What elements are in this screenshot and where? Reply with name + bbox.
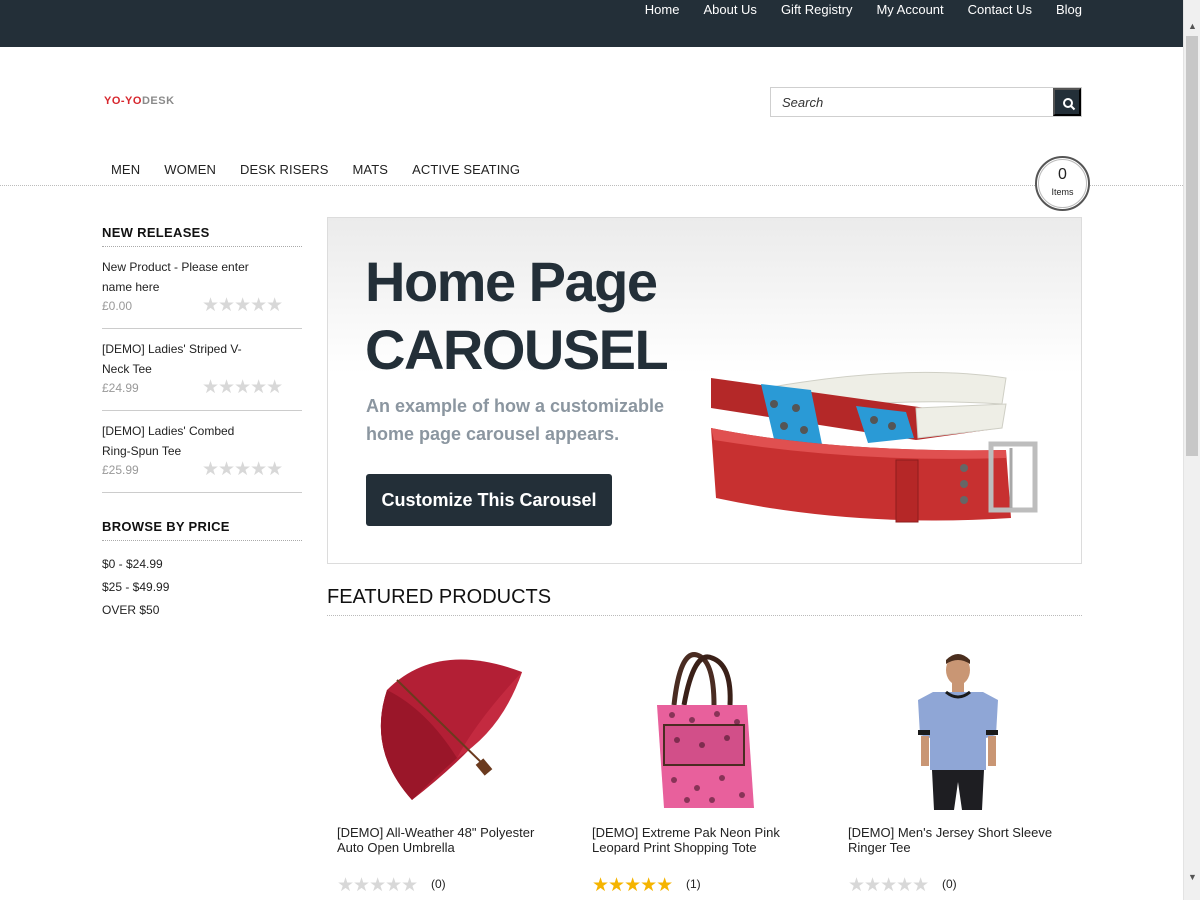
- new-release-item: [DEMO] Ladies' Striped V-Neck Tee £24.99…: [102, 329, 302, 411]
- rating-stars-icon: ★★★★★: [592, 875, 673, 896]
- rating-stars-icon: ★★★★★: [202, 377, 283, 398]
- search-icon: [1063, 98, 1076, 111]
- rating-stars-icon: ★★★★★: [337, 875, 418, 896]
- scroll-down-arrow-icon[interactable]: ▼: [1184, 869, 1200, 886]
- price-range-link[interactable]: $0 - $24.99: [102, 553, 302, 576]
- sidebar: NEW RELEASES New Product - Please enter …: [102, 225, 302, 622]
- new-release-price: £24.99: [102, 381, 139, 395]
- review-count: (1): [686, 877, 701, 891]
- new-release-name[interactable]: New Product - Please enter name here: [102, 257, 252, 297]
- customize-carousel-button[interactable]: Customize This Carousel: [366, 474, 612, 526]
- price-range-list: $0 - $24.99 $25 - $49.99 OVER $50: [102, 553, 302, 622]
- rating-stars-icon: ★★★★★: [202, 459, 283, 480]
- umbrella-image: [380, 659, 522, 800]
- top-nav-blog[interactable]: Blog: [1056, 2, 1082, 18]
- category-active-seating[interactable]: ACTIVE SEATING: [412, 162, 520, 177]
- top-nav-my-account[interactable]: My Account: [876, 2, 943, 18]
- top-nav-contact-us[interactable]: Contact Us: [968, 2, 1032, 18]
- review-count: (0): [431, 877, 446, 891]
- category-women[interactable]: WOMEN: [164, 162, 216, 177]
- nav-divider: [0, 185, 1183, 186]
- logo-text-desk: DESK: [141, 95, 175, 107]
- carousel-title-line2: CAROUSEL: [365, 318, 669, 381]
- category-desk-risers[interactable]: DESK RISERS: [240, 162, 329, 177]
- product-name[interactable]: [DEMO] All-Weather 48" Polyester Auto Op…: [337, 825, 557, 855]
- rating-stars-icon: ★★★★★: [202, 295, 283, 316]
- search-input[interactable]: [771, 88, 1053, 116]
- home-carousel: Home Page CAROUSEL An example of how a c…: [327, 217, 1082, 564]
- belt-image: [711, 371, 1038, 523]
- new-releases-heading: NEW RELEASES: [102, 225, 302, 247]
- product-name[interactable]: [DEMO] Men's Jersey Short Sleeve Ringer …: [848, 825, 1068, 855]
- category-nav: MEN WOMEN DESK RISERS MATS ACTIVE SEATIN…: [111, 162, 544, 177]
- scroll-up-arrow-icon[interactable]: ▲: [1184, 18, 1200, 35]
- rating-stars-icon: ★★★★★: [848, 875, 929, 896]
- new-release-name[interactable]: [DEMO] Ladies' Striped V-Neck Tee: [102, 339, 252, 379]
- browse-by-price-heading: BROWSE BY PRICE: [102, 519, 302, 541]
- top-bar: Home About Us Gift Registry My Account C…: [0, 0, 1200, 47]
- search-button[interactable]: [1053, 88, 1081, 116]
- carousel-subtitle: An example of how a customizable home pa…: [366, 396, 665, 444]
- new-release-price: £0.00: [102, 299, 133, 313]
- carousel-title-line1: Home Page: [365, 250, 658, 313]
- new-release-item: New Product - Please enter name here £0.…: [102, 247, 302, 329]
- logo-text-yoyo: YO-YO: [104, 95, 142, 107]
- cart-count: 0: [1058, 166, 1067, 183]
- cart-label: Items: [1051, 187, 1074, 197]
- cart-button[interactable]: 0 Items: [1035, 156, 1090, 211]
- price-range-link[interactable]: $25 - $49.99: [102, 576, 302, 599]
- site-logo[interactable]: YO-YODESK: [104, 95, 175, 107]
- tote-bag-image: [657, 652, 754, 808]
- top-nav-gift-registry[interactable]: Gift Registry: [781, 2, 853, 18]
- top-nav: Home About Us Gift Registry My Account C…: [621, 2, 1082, 18]
- price-range-link[interactable]: OVER $50: [102, 599, 302, 622]
- category-mats[interactable]: MATS: [353, 162, 389, 177]
- category-men[interactable]: MEN: [111, 162, 140, 177]
- new-release-price: £25.99: [102, 463, 139, 477]
- page-scrollbar[interactable]: ▲ ▼: [1183, 0, 1200, 900]
- search-box: [770, 87, 1082, 117]
- top-nav-about-us[interactable]: About Us: [703, 2, 756, 18]
- carousel-title: Home Page CAROUSEL: [365, 248, 669, 384]
- new-release-item: [DEMO] Ladies' Combed Ring-Spun Tee £25.…: [102, 411, 302, 493]
- t-shirt-image: [918, 654, 998, 810]
- scroll-thumb[interactable]: [1186, 36, 1198, 456]
- review-count: (0): [942, 877, 957, 891]
- featured-products-heading: FEATURED PRODUCTS: [327, 586, 1082, 616]
- new-release-name[interactable]: [DEMO] Ladies' Combed Ring-Spun Tee: [102, 421, 252, 461]
- product-name[interactable]: [DEMO] Extreme Pak Neon Pink Leopard Pri…: [592, 825, 812, 855]
- top-nav-home[interactable]: Home: [645, 2, 680, 18]
